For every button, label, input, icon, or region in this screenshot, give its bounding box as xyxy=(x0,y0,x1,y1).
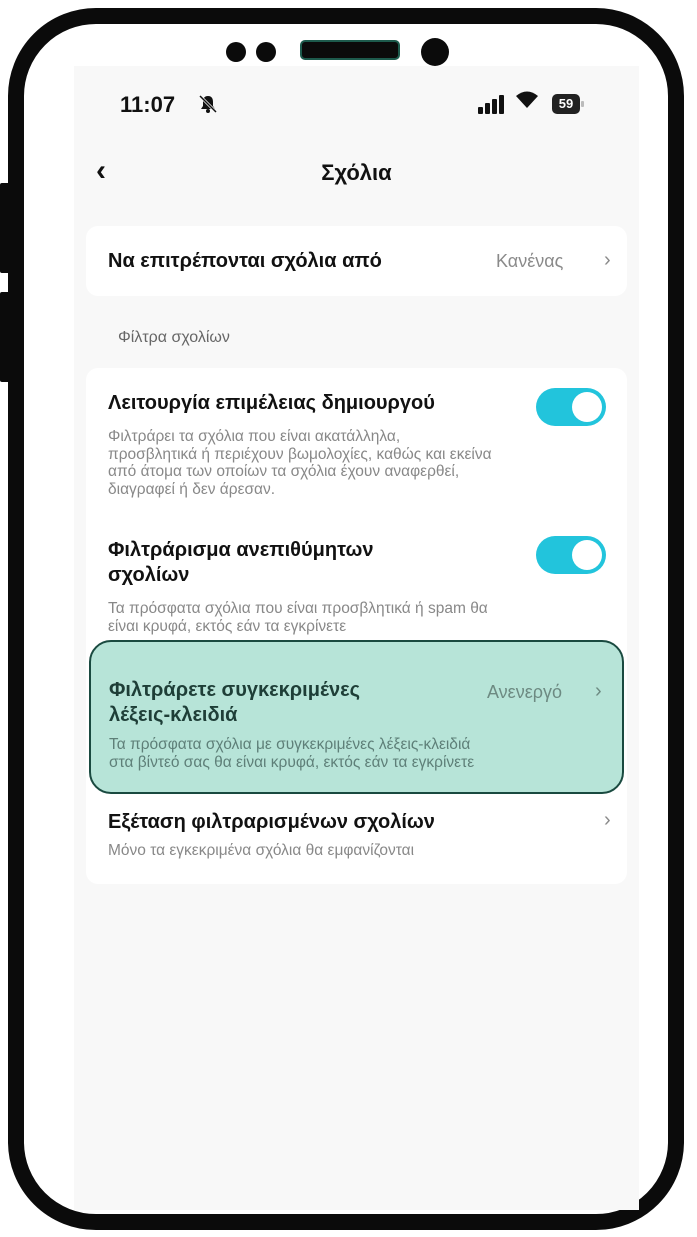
camera-icon xyxy=(421,38,449,66)
creator-moderation-label: Λειτουργία επιμέλειας δημιουργού xyxy=(108,392,435,414)
app-screen: 11:07 59 ‹ Σχόλια Να επιτρέπονται σχόλια… xyxy=(74,66,639,1210)
allow-comments-value: Κανένας xyxy=(496,251,564,271)
nav-bar: ‹ Σχόλια xyxy=(74,154,639,196)
speaker-grille xyxy=(300,40,400,60)
keyword-filter-row[interactable]: Φιλτράρετε συγκεκριμένες λέξεις-κλειδιά … xyxy=(89,640,624,794)
bell-muted-icon xyxy=(198,94,218,119)
wifi-icon xyxy=(514,88,540,116)
battery-icon: 59 xyxy=(552,94,584,114)
creator-moderation-toggle[interactable] xyxy=(536,388,606,426)
filters-card: Λειτουργία επιμέλειας δημιουργού Φιλτράρ… xyxy=(86,368,627,884)
spam-filter-label: Φιλτράρισμα ανεπιθύμητων σχολίων xyxy=(108,539,374,586)
keyword-filter-desc: Τα πρόσφατα σχόλια με συγκεκριμένες λέξε… xyxy=(109,736,475,771)
status-time: 11:07 xyxy=(120,92,176,117)
allow-comments-label: Να επιτρέπονται σχόλια από xyxy=(108,250,382,272)
spam-filter-desc: Τα πρόσφατα σχόλια που είναι προσβλητικά… xyxy=(108,600,488,635)
status-bar: 11:07 59 xyxy=(74,66,639,146)
spam-filter-toggle[interactable] xyxy=(536,536,606,574)
chevron-right-icon: › xyxy=(604,809,611,831)
keyword-filter-label: Φιλτράρετε συγκεκριμένες λέξεις-κλειδιά xyxy=(109,679,360,726)
chevron-right-icon: › xyxy=(604,249,611,271)
review-filtered-desc: Μόνο τα εγκεκριμένα σχόλια θα εμφανίζοντ… xyxy=(108,842,415,859)
allow-comments-row[interactable]: Να επιτρέπονται σχόλια από Κανένας › xyxy=(86,226,627,296)
section-title: Φίλτρα σχολίων xyxy=(118,329,230,346)
review-filtered-label: Εξέταση φιλτραρισμένων σχολίων xyxy=(108,811,435,833)
sensor-dot-icon xyxy=(256,42,276,62)
chevron-right-icon: › xyxy=(595,680,602,702)
keyword-filter-value: Ανενεργό xyxy=(487,682,562,702)
creator-moderation-desc: Φιλτράρει τα σχόλια που είναι ακατάλληλα… xyxy=(108,428,492,498)
page-title: Σχόλια xyxy=(321,160,392,185)
sensor-dot-icon xyxy=(226,42,246,62)
signal-icon xyxy=(478,94,506,114)
